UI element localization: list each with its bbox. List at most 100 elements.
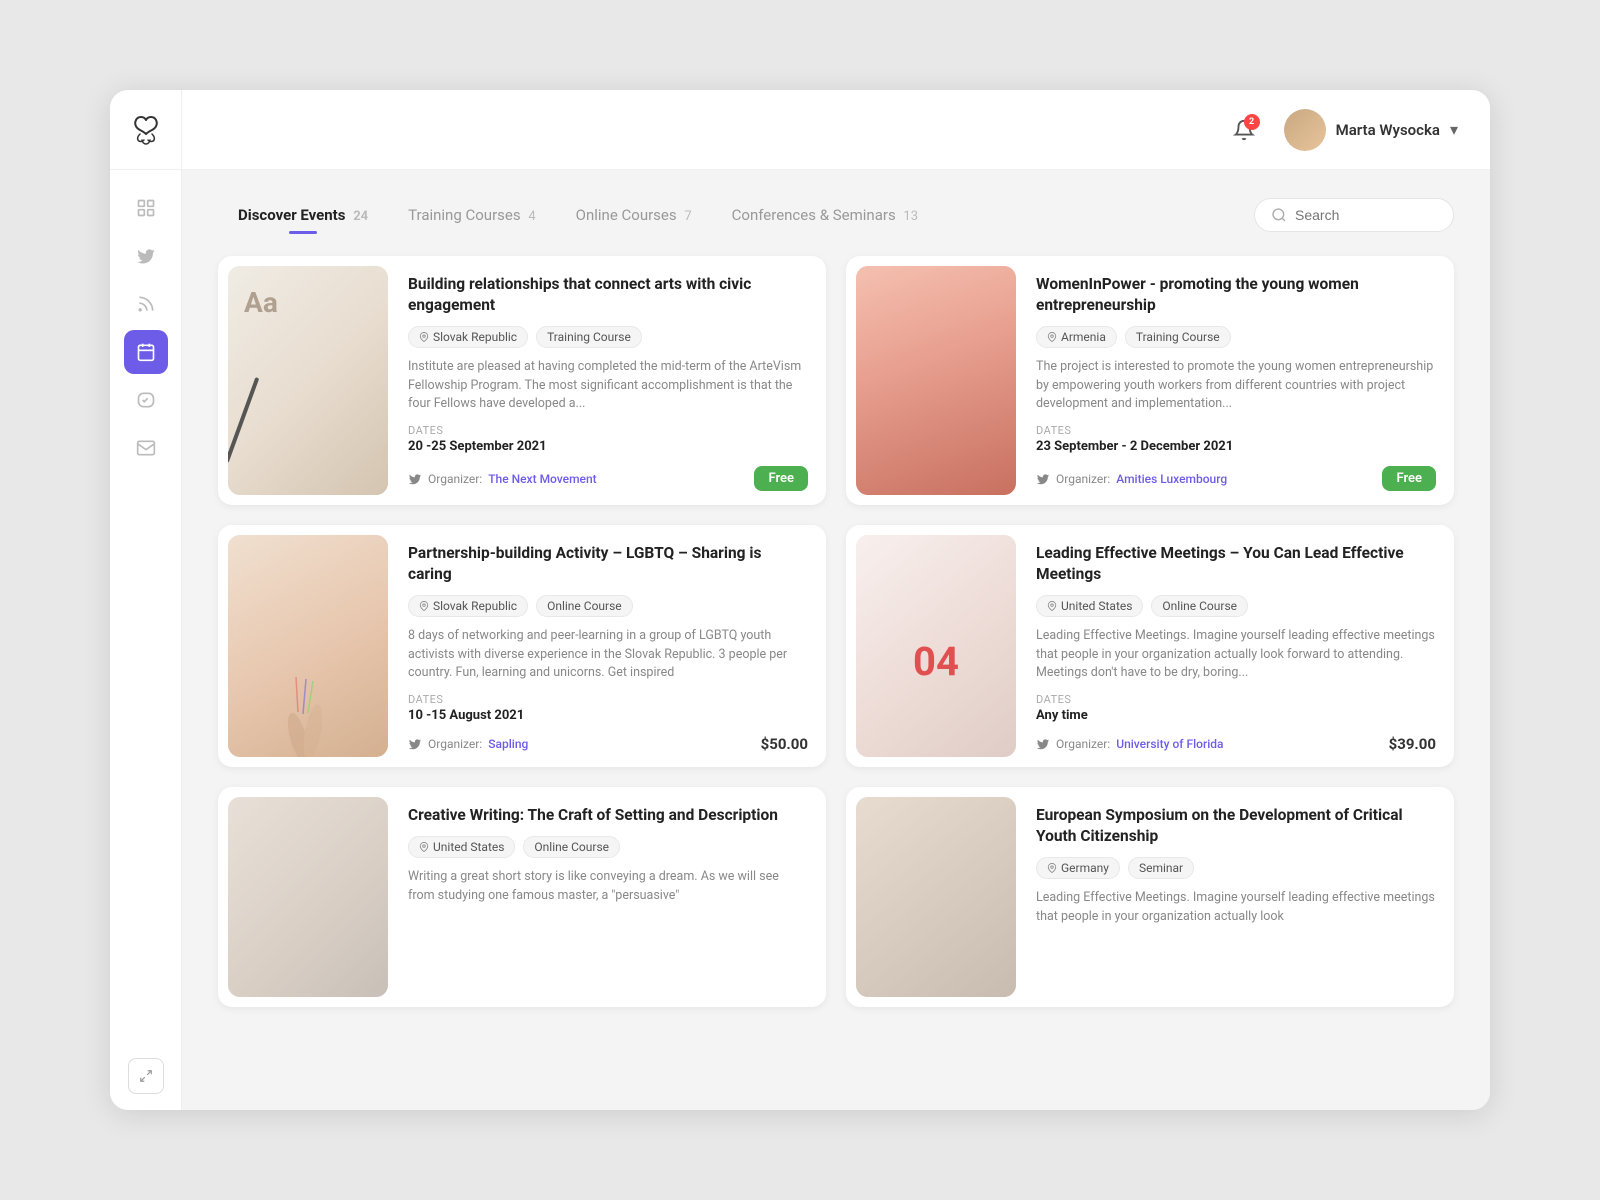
event-card[interactable]: Building relationships that connect arts…: [218, 256, 826, 505]
user-profile[interactable]: Marta Wysocka ▾: [1284, 109, 1458, 151]
location-text: Armenia: [1061, 330, 1106, 344]
dates-label: Dates: [1036, 424, 1436, 437]
card-dates: Dates 23 September - 2 December 2021: [1036, 424, 1436, 454]
event-card[interactable]: Leading Effective Meetings – You Can Lea…: [846, 525, 1454, 767]
card-body: Creative Writing: The Craft of Setting a…: [398, 787, 826, 1007]
card-body: Leading Effective Meetings – You Can Lea…: [1026, 525, 1454, 767]
sidebar-item-grid[interactable]: [124, 186, 168, 230]
tab-training-label: Training Courses: [408, 206, 520, 224]
card-tags: Slovak Republic Online Course: [408, 595, 808, 617]
expand-button[interactable]: [128, 1058, 164, 1094]
event-image-hands: [228, 535, 388, 757]
location-icon: [419, 842, 429, 852]
category-tag: Online Course: [523, 836, 620, 858]
search-input[interactable]: [1295, 207, 1435, 223]
event-card[interactable]: Creative Writing: The Craft of Setting a…: [218, 787, 826, 1007]
card-body: European Symposium on the Development of…: [1026, 787, 1454, 1007]
card-image: [856, 535, 1016, 757]
category-text: Online Course: [547, 599, 622, 613]
card-tags: Armenia Training Course: [1036, 326, 1436, 348]
event-card[interactable]: European Symposium on the Development of…: [846, 787, 1454, 1007]
avatar-image: [1284, 109, 1326, 151]
card-image: [856, 797, 1016, 997]
category-tag: Online Course: [1151, 595, 1248, 617]
card-title: Leading Effective Meetings – You Can Lea…: [1036, 543, 1436, 585]
sidebar-item-calendar[interactable]: [124, 330, 168, 374]
tab-training-courses[interactable]: Training Courses 4: [388, 198, 556, 232]
location-text: Germany: [1061, 861, 1109, 875]
card-dates: Dates 10 -15 August 2021: [408, 693, 808, 723]
tab-training-count: 4: [528, 209, 535, 224]
tab-discover-events[interactable]: Discover Events 24: [218, 198, 388, 232]
card-tags: United States Online Course: [408, 836, 808, 858]
card-description: Writing a great short story is like conv…: [408, 868, 808, 983]
card-footer: Organizer: University of Florida $39.00: [1036, 735, 1436, 753]
card-description: Leading Effective Meetings. Imagine your…: [1036, 627, 1436, 683]
tab-online-courses[interactable]: Online Courses 7: [556, 198, 712, 232]
card-image: [228, 797, 388, 997]
location-text: United States: [433, 840, 504, 854]
card-footer: Organizer: Amities Luxembourg Free: [1036, 466, 1436, 491]
chevron-down-icon: ▾: [1450, 120, 1458, 139]
tab-online-count: 7: [684, 209, 691, 224]
card-image-inner: [856, 535, 1016, 757]
card-footer: Organizer: The Next Movement Free: [408, 466, 808, 491]
organizer-label: Organizer:: [428, 737, 482, 751]
dates-label: Dates: [408, 424, 808, 437]
dates-label: Dates: [1036, 693, 1436, 706]
category-tag: Seminar: [1128, 857, 1194, 879]
category-text: Online Course: [1162, 599, 1237, 613]
card-title: Partnership-building Activity – LGBTQ – …: [408, 543, 808, 585]
organizer-label: Organizer:: [1056, 472, 1110, 486]
notifications-button[interactable]: 2: [1224, 110, 1264, 150]
organizer-link[interactable]: Sapling: [488, 737, 528, 751]
sidebar-item-twitter[interactable]: [124, 234, 168, 278]
organizer-link[interactable]: The Next Movement: [488, 472, 596, 486]
card-dates: Dates 20 -25 September 2021: [408, 424, 808, 454]
events-grid: Building relationships that connect arts…: [218, 256, 1454, 1007]
location-tag: Slovak Republic: [408, 326, 528, 348]
price-text: $50.00: [761, 735, 808, 753]
tab-conferences[interactable]: Conferences & Seminars 13: [712, 198, 938, 232]
location-icon: [1047, 601, 1057, 611]
user-name: Marta Wysocka: [1336, 121, 1440, 139]
app-container: 2 Marta Wysocka ▾: [110, 90, 1490, 1110]
dates-value: 23 September - 2 December 2021: [1036, 439, 1436, 454]
search-box[interactable]: [1254, 198, 1454, 232]
price-text: $39.00: [1389, 735, 1436, 753]
organizer-row: Organizer: The Next Movement: [408, 472, 597, 486]
sidebar-item-mail[interactable]: [124, 426, 168, 470]
card-image: [228, 535, 388, 757]
event-image-kids: [856, 797, 1016, 997]
location-tag: Germany: [1036, 857, 1120, 879]
topbar-actions: 2 Marta Wysocka ▾: [1224, 109, 1458, 151]
organizer-label: Organizer:: [1056, 737, 1110, 751]
event-card[interactable]: WomenInPower - promoting the young women…: [846, 256, 1454, 505]
card-tags: United States Online Course: [1036, 595, 1436, 617]
sidebar-item-handshake[interactable]: [124, 378, 168, 422]
organizer-link[interactable]: University of Florida: [1116, 737, 1223, 751]
dates-value: 20 -25 September 2021: [408, 439, 808, 454]
sidebar-item-rss[interactable]: [124, 282, 168, 326]
organizer-link[interactable]: Amities Luxembourg: [1116, 472, 1227, 486]
card-dates: Dates Any time: [1036, 693, 1436, 723]
app-logo[interactable]: [110, 90, 182, 170]
category-text: Seminar: [1139, 861, 1183, 875]
event-card[interactable]: Partnership-building Activity – LGBTQ – …: [218, 525, 826, 767]
event-image-calendar: [856, 535, 1016, 757]
location-tag: Slovak Republic: [408, 595, 528, 617]
price-badge: Free: [1382, 466, 1436, 491]
sidebar-bottom: [128, 1042, 164, 1110]
organizer-row: Organizer: University of Florida: [1036, 737, 1223, 751]
card-body: Partnership-building Activity – LGBTQ – …: [398, 525, 826, 767]
main-content: 2 Marta Wysocka ▾: [182, 90, 1490, 1110]
location-text: United States: [1061, 599, 1132, 613]
tabs-row: Discover Events 24 Training Courses 4 On…: [218, 198, 1454, 232]
sidebar: [110, 90, 182, 1110]
card-image-inner: [228, 797, 388, 997]
category-text: Training Course: [547, 330, 631, 344]
avatar: [1284, 109, 1326, 151]
card-tags: Germany Seminar: [1036, 857, 1436, 879]
organizer-icon: [408, 737, 422, 751]
location-tag: United States: [1036, 595, 1143, 617]
